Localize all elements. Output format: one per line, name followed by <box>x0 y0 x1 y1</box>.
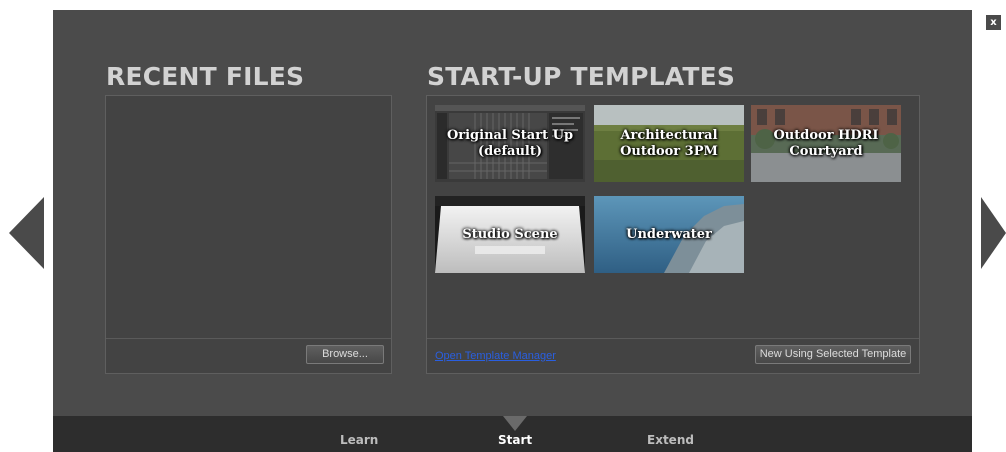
previous-arrow-icon[interactable] <box>9 197 44 269</box>
close-icon[interactable]: x <box>986 15 1001 30</box>
template-label-line1: Outdoor HDRI <box>773 127 879 143</box>
template-label-line1: Architectural <box>620 127 718 143</box>
open-template-manager-link[interactable]: Open Template Manager <box>435 350 556 362</box>
welcome-dialog: RECENT FILES START-UP TEMPLATES Browse..… <box>53 10 972 452</box>
tab-learn[interactable]: Learn <box>340 433 378 447</box>
template-studio-scene[interactable]: Studio Scene <box>435 196 585 273</box>
tab-extend[interactable]: Extend <box>647 433 694 447</box>
next-arrow-icon[interactable] <box>981 197 1006 269</box>
recent-files-panel: Browse... <box>105 95 392 374</box>
template-label-line2: Courtyard <box>789 143 863 159</box>
template-label-line1: Underwater <box>626 226 712 242</box>
template-label-line2: (default) <box>477 143 543 159</box>
template-label-line1: Studio Scene <box>462 226 558 242</box>
recent-files-title: RECENT FILES <box>106 62 305 91</box>
browse-button[interactable]: Browse... <box>306 345 384 364</box>
template-original-start-up[interactable]: Original Start Up (default) <box>435 105 585 182</box>
startup-templates-title: START-UP TEMPLATES <box>427 62 736 91</box>
template-architectural-outdoor[interactable]: Architectural Outdoor 3PM <box>594 105 744 182</box>
bottom-nav-bar: Learn Start Extend <box>53 416 972 452</box>
template-underwater[interactable]: Underwater <box>594 196 744 273</box>
templates-panel: Original Start Up (default) Architectura… <box>426 95 920 374</box>
template-outdoor-hdri-courtyard[interactable]: Outdoor HDRI Courtyard <box>751 105 901 182</box>
active-tab-indicator-icon <box>503 416 527 431</box>
templates-footer: Open Template Manager New Using Selected… <box>427 338 919 373</box>
template-label-line2: Outdoor 3PM <box>620 143 718 159</box>
tab-start[interactable]: Start <box>498 433 532 447</box>
new-using-selected-template-button[interactable]: New Using Selected Template <box>755 345 911 364</box>
recent-files-footer: Browse... <box>106 338 391 373</box>
template-label-line1: Original Start Up <box>446 127 574 143</box>
